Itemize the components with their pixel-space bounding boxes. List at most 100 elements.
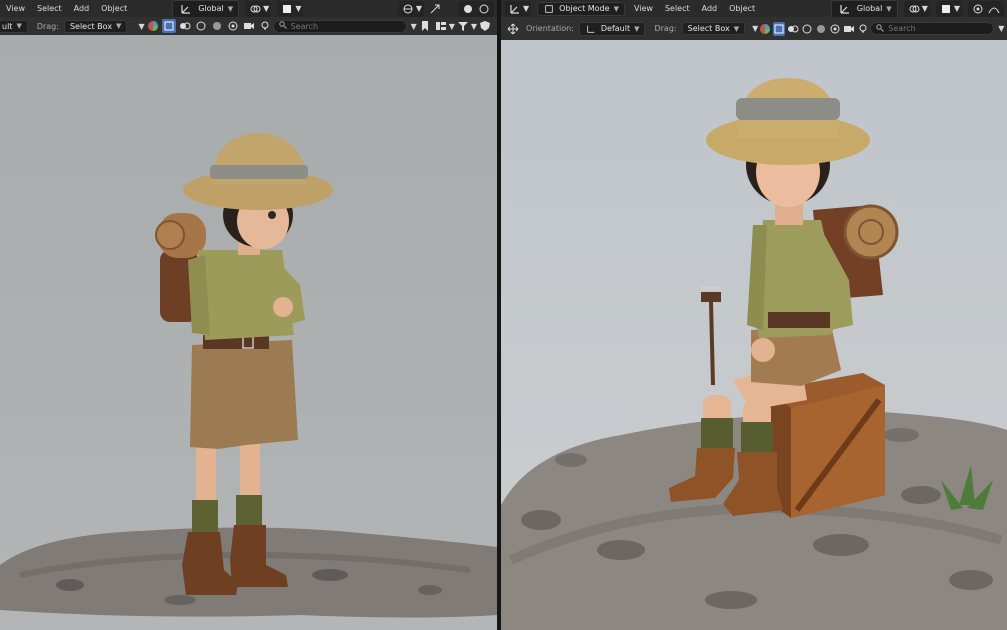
filter-icon[interactable] [456, 19, 470, 33]
camera-icon[interactable] [242, 19, 256, 33]
chevron-down-icon[interactable]: ▼ [954, 4, 960, 13]
chevron-down-icon[interactable]: ▼ [523, 4, 529, 13]
mode-dropdown[interactable]: Object Mode ▼ [537, 1, 625, 16]
menu-object[interactable]: Object [95, 4, 133, 13]
seated-character-render [501, 78, 1007, 630]
select-subtract-icon[interactable] [801, 22, 813, 36]
mode-value: Object Mode [559, 4, 610, 13]
menu-select[interactable]: Select [31, 4, 68, 13]
editor-type-group: ▼ [505, 0, 532, 17]
chevron-down-icon: ▼ [634, 24, 640, 33]
chevron-down-icon: ▼ [116, 22, 122, 30]
shading-group [458, 0, 494, 17]
menu-view[interactable]: View [628, 4, 659, 13]
left-tool-header: ult ▼ Drag: Select Box ▼ ▼ ▼ ▼ ▼ [0, 17, 497, 35]
chevron-down-icon[interactable]: ▼ [922, 4, 928, 13]
select-subtract-icon[interactable] [194, 19, 208, 33]
chevron-down-icon: ▼ [886, 4, 892, 13]
right-viewport-panel: ▼ Object Mode ▼ View Select Add Object G… [501, 0, 1007, 630]
camera-icon[interactable] [843, 22, 855, 36]
overlay-icon[interactable] [428, 2, 442, 16]
right-header: ▼ Object Mode ▼ View Select Add Object G… [501, 0, 1007, 18]
left-viewport-panel: View Select Add Object Global ▼ ▼ ▼ ▼ ul… [0, 0, 497, 630]
chevron-down-icon: ▼ [733, 24, 740, 33]
shield-icon[interactable] [478, 19, 492, 33]
transform-orientation-value: Global [198, 4, 224, 13]
orientation-dropdown[interactable]: Default ▼ [578, 21, 646, 36]
select-extend-icon[interactable] [787, 22, 799, 36]
transform-orientation-icon [179, 2, 193, 16]
transform-orientation-dropdown[interactable]: Global ▼ [172, 0, 240, 18]
color-picker-icon[interactable] [146, 19, 160, 33]
chevron-down-icon[interactable]: ▼ [998, 24, 1004, 33]
select-extend-icon[interactable] [178, 19, 192, 33]
light-icon[interactable] [857, 22, 869, 36]
snap-group: ▼ [277, 0, 304, 17]
falloff-icon[interactable] [987, 2, 1001, 16]
drag-label: Drag: [36, 21, 59, 31]
chevron-down-icon[interactable]: ▼ [471, 22, 477, 31]
gizmo-group: ▼ [397, 0, 424, 17]
search-field[interactable] [870, 22, 995, 35]
right-tool-header: Orientation: Default ▼ Drag: Select Box … [501, 17, 1007, 40]
snap-icon[interactable] [280, 2, 294, 16]
proportional-edit-group [968, 0, 1004, 17]
object-mode-icon [544, 4, 554, 14]
mode-dropdown[interactable]: ult ▼ [0, 19, 28, 33]
chevron-down-icon[interactable]: ▼ [449, 22, 455, 31]
pivot-point-icon[interactable] [907, 2, 921, 16]
search-icon [278, 21, 287, 31]
snap-icon[interactable] [939, 2, 953, 16]
shading-icon-2[interactable] [477, 2, 491, 16]
drag-value: Select Box [69, 21, 113, 31]
select-invert-icon[interactable] [815, 22, 827, 36]
proportional-edit-icon[interactable] [971, 2, 985, 16]
color-picker-icon[interactable] [759, 22, 771, 36]
chevron-down-icon[interactable]: ▼ [411, 22, 417, 31]
menu-object[interactable]: Object [723, 4, 761, 13]
pivot-point-icon[interactable] [248, 2, 262, 16]
move-gizmo-icon[interactable] [507, 22, 519, 36]
drag-dropdown[interactable]: Select Box ▼ [681, 22, 746, 35]
light-icon[interactable] [258, 19, 272, 33]
gizmo-icon[interactable] [401, 2, 415, 16]
select-mode-icon[interactable] [773, 21, 786, 36]
snap-group: ▼ [935, 0, 962, 17]
menu-add[interactable]: Add [68, 4, 96, 13]
transform-orientation-value: Global [856, 4, 883, 13]
menu-add[interactable]: Add [696, 4, 724, 13]
chevron-down-icon[interactable]: ▼ [752, 24, 758, 33]
chevron-down-icon: ▼ [613, 4, 619, 13]
search-input[interactable] [290, 21, 401, 31]
transform-orientation-dropdown[interactable]: Global ▼ [830, 0, 898, 18]
select-intersect-icon[interactable] [829, 22, 841, 36]
bookmark-icon[interactable] [418, 19, 432, 33]
editor-type-icon[interactable] [508, 2, 522, 16]
outliner-icon[interactable] [434, 19, 448, 33]
orientation-value: Default [600, 24, 631, 33]
select-mode-icon[interactable] [161, 19, 176, 33]
drag-dropdown[interactable]: Select Box ▼ [63, 19, 128, 33]
left-3d-viewport[interactable] [0, 35, 497, 630]
chevron-down-icon[interactable]: ▼ [138, 22, 144, 31]
pivot-group: ▼ [245, 0, 272, 17]
drag-value: Select Box [687, 24, 730, 33]
shading-icon[interactable] [461, 2, 475, 16]
menu-select[interactable]: Select [659, 4, 696, 13]
select-intersect-icon[interactable] [226, 19, 240, 33]
orientation-label: Orientation: [526, 24, 574, 33]
chevron-down-icon[interactable]: ▼ [416, 4, 422, 13]
pivot-group: ▼ [903, 0, 930, 17]
select-invert-icon[interactable] [210, 19, 224, 33]
right-3d-viewport[interactable] [501, 40, 1007, 630]
search-input[interactable] [888, 24, 989, 33]
search-field[interactable] [272, 19, 407, 33]
chevron-down-icon[interactable]: ▼ [295, 4, 301, 13]
drag-label: Drag: [654, 24, 677, 33]
chevron-down-icon: ▼ [16, 22, 22, 30]
menu-view[interactable]: View [0, 4, 31, 13]
standing-character-render [0, 133, 497, 618]
transform-orientation-icon [838, 2, 852, 16]
search-icon [876, 23, 885, 34]
chevron-down-icon[interactable]: ▼ [263, 4, 269, 13]
